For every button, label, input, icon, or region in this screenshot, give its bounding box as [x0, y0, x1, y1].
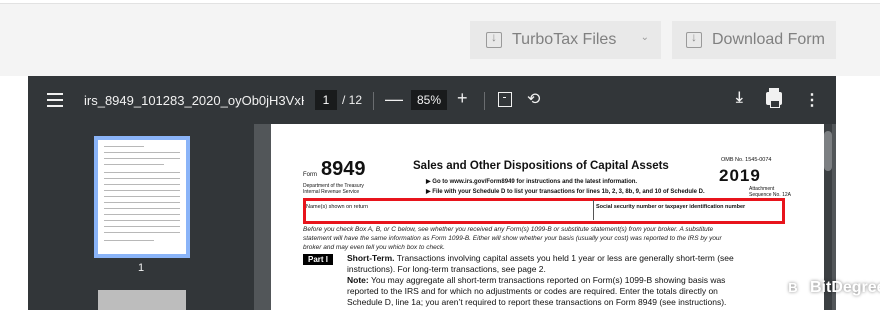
print-icon[interactable]: [766, 88, 782, 108]
ssn-field-label: Social security number or taxpayer ident…: [596, 204, 746, 210]
highlight-box: [303, 198, 785, 224]
name-field-label: Name(s) shown on return: [306, 204, 369, 210]
pdf-viewer: irs_8949_101283_2020_oyOb0jH3VxHA... 1 /…: [28, 76, 836, 310]
before-line-3: broker and may even tell you which box t…: [303, 244, 445, 251]
pdf-filename: irs_8949_101283_2020_oyOb0jH3VxHA...: [84, 93, 304, 108]
watermark-text: BitDegree: [810, 279, 880, 296]
note-line-1: You may aggregate all short-term transac…: [368, 275, 726, 285]
fit-page-icon[interactable]: [498, 92, 512, 107]
form-number: 8949: [321, 158, 366, 180]
zoom-in-icon[interactable]: +: [457, 88, 468, 109]
download-icon: [686, 30, 702, 48]
note-heading: Note:: [347, 275, 369, 285]
goto-instructions: ▶ Go to www.irs.gov/Form8949 for instruc…: [426, 179, 638, 185]
turbotax-files-label: TurboTax Files: [512, 31, 617, 48]
short-term-heading: Short-Term.: [347, 253, 395, 263]
short-term-line-2: instructions). For long-term transaction…: [347, 264, 546, 274]
field-divider: [593, 200, 594, 220]
zoom-level-input[interactable]: 85%: [411, 90, 447, 110]
top-divider: [0, 0, 880, 4]
note-line-2: reported to the IRS and for which no adj…: [347, 286, 718, 296]
thumbnail-page-number: 1: [137, 262, 145, 274]
note-line-3: Schedule D, line 1a; you aren’t required…: [347, 297, 727, 307]
download-form-button[interactable]: Download Form: [672, 21, 836, 59]
page-thumbnail-2[interactable]: [98, 290, 186, 310]
menu-icon[interactable]: [47, 93, 63, 107]
omb-number: OMB No. 1545-0074: [721, 157, 772, 163]
chevron-down-icon: ⌄: [640, 32, 649, 43]
before-line-2: statement will have the same information…: [303, 235, 722, 242]
form-label: Form: [303, 172, 317, 178]
pdf-page: Form 8949 Department of the Treasury Inte…: [271, 124, 828, 310]
zoom-out-icon[interactable]: —: [385, 89, 403, 110]
tax-year: 2019: [719, 166, 761, 185]
note-text: Note: You may aggregate all short-term t…: [347, 275, 726, 308]
more-vert-icon[interactable]: ⋮: [804, 90, 820, 110]
toolbar-divider: [484, 92, 485, 110]
short-term-text: Short-Term. Transactions involving capit…: [347, 253, 734, 275]
pdf-download-icon[interactable]: ⤓: [736, 89, 743, 106]
pdf-toolbar: irs_8949_101283_2020_oyOb0jH3VxHA... 1 /…: [28, 76, 836, 124]
form-title: Sales and Other Dispositions of Capital …: [413, 160, 669, 172]
before-check-text: Before you check Box A, B, or C below, s…: [303, 225, 722, 252]
page-number-input[interactable]: 1: [315, 90, 337, 110]
bitdegree-watermark: BitDegree: [782, 277, 880, 299]
bitdegree-logo-icon: [782, 277, 804, 299]
page-thumbnail-1[interactable]: [94, 136, 190, 258]
rotate-icon[interactable]: ⟲: [527, 89, 540, 109]
part-badge: Part I: [303, 254, 333, 265]
file-with-instructions: ▶ File with your Schedule D to list your…: [426, 189, 705, 195]
scrollbar-thumb[interactable]: [824, 131, 832, 171]
department-label: Department of the Treasury Internal Reven…: [303, 183, 364, 195]
before-line-1: Before you check Box A, B, or C below, s…: [303, 226, 714, 233]
short-term-line-1: Transactions involving capital assets yo…: [394, 253, 734, 263]
page-total: / 12: [342, 93, 363, 107]
turbotax-files-button[interactable]: TurboTax Files ⌄: [470, 21, 661, 59]
toolbar-divider: [373, 92, 374, 110]
download-icon: [486, 30, 502, 48]
download-form-label: Download Form: [712, 31, 825, 48]
